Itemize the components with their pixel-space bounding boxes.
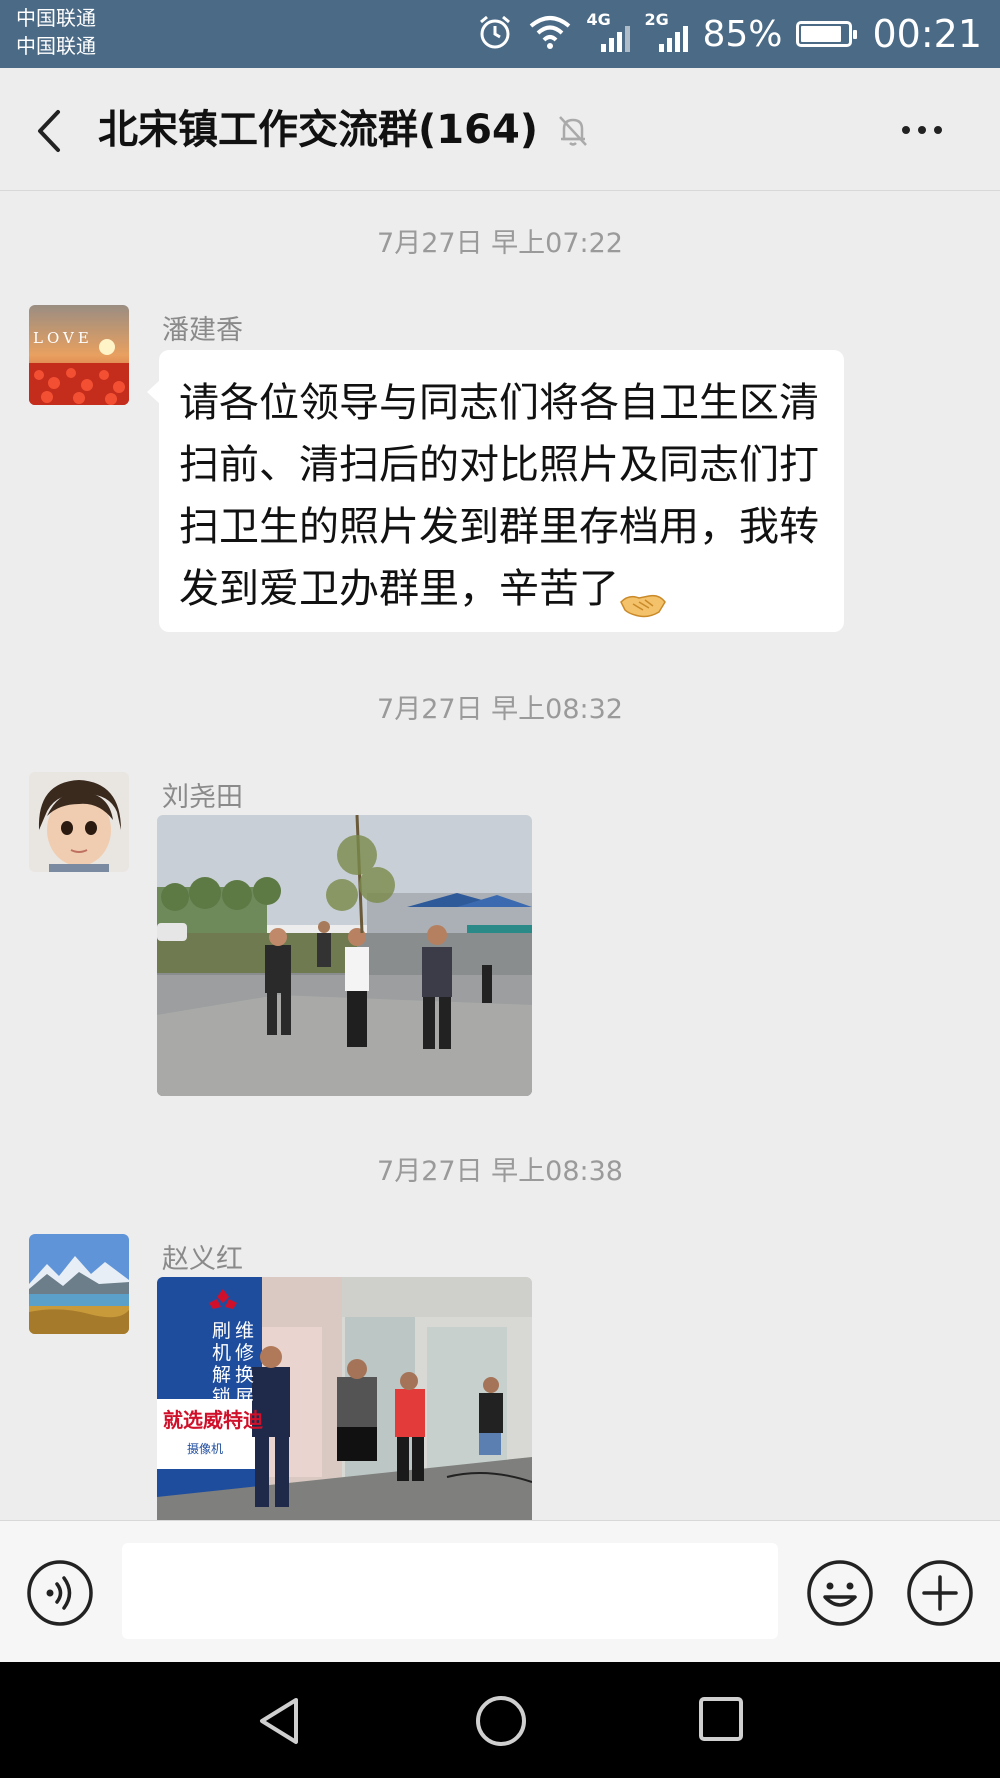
wifi-icon	[528, 14, 572, 54]
nav-home-icon[interactable]	[474, 1694, 528, 1748]
nav-back-icon[interactable]	[254, 1694, 304, 1748]
message-photo[interactable]: 刷机解锁 维修换屏 就选威特迪 摄像机	[157, 1277, 532, 1520]
signal-icon-4g: 4G	[586, 10, 631, 54]
status-icons: 4G 2G 85% 00:21	[476, 0, 982, 68]
signal-icon-2g: 2G	[644, 10, 689, 54]
nav-recent-icon[interactable]	[698, 1696, 744, 1742]
photo-sign-left: 刷机解锁	[212, 1320, 231, 1408]
avatar[interactable]	[29, 1234, 129, 1334]
carrier-labels: 中国联通 中国联通	[16, 4, 96, 60]
alarm-icon	[476, 13, 514, 55]
voice-icon[interactable]	[26, 1559, 94, 1627]
battery-icon	[796, 21, 858, 47]
photo-sign-banner: 就选威特迪	[163, 1408, 263, 1432]
avatar-text: LOVE	[33, 329, 93, 347]
avatar[interactable]	[29, 772, 129, 872]
photo-sign-right: 维修换屏	[235, 1320, 254, 1408]
sender-name: 潘建香	[162, 315, 243, 346]
timestamp: 7月27日 早上08:32	[377, 694, 623, 725]
message-text: 请各位领导与同志们将各自卫生区清扫前、清扫后的对比照片及同志们打扫卫生的照片发到…	[179, 380, 819, 612]
more-dots-icon[interactable]	[902, 110, 952, 150]
avatar[interactable]: LOVE	[29, 305, 129, 405]
sender-name: 赵义红	[162, 1244, 243, 1275]
chat-header: 北宋镇工作交流群(164)	[0, 68, 1000, 191]
message-photo[interactable]	[157, 815, 532, 1096]
system-nav-bar	[0, 1662, 1000, 1778]
battery-fill	[801, 26, 841, 42]
emoji-icon[interactable]	[806, 1559, 874, 1627]
carrier-1: 中国联通	[16, 6, 96, 30]
timestamp: 7月27日 早上08:38	[377, 1156, 623, 1187]
status-bar: 中国联通 中国联通 4G 2G 85% 00:21	[0, 0, 1000, 68]
mute-bell-icon	[554, 112, 592, 150]
clock: 00:21	[872, 12, 982, 56]
battery-percent: 85%	[702, 13, 783, 55]
message-bubble[interactable]: 请各位领导与同志们将各自卫生区清扫前、清扫后的对比照片及同志们打扫卫生的照片发到…	[147, 350, 844, 632]
plus-icon[interactable]	[906, 1559, 974, 1627]
sender-name: 刘尧田	[162, 782, 243, 813]
back-arrow-icon[interactable]	[30, 106, 70, 156]
handshake-emoji	[619, 576, 667, 618]
carrier-2: 中国联通	[16, 34, 96, 58]
chat-title: 北宋镇工作交流群(164)	[98, 107, 539, 153]
input-bar	[0, 1520, 1000, 1663]
timestamp: 7月27日 早上07:22	[377, 228, 623, 259]
photo-sign-camera: 摄像机	[187, 1441, 223, 1456]
message-input[interactable]	[122, 1543, 778, 1639]
